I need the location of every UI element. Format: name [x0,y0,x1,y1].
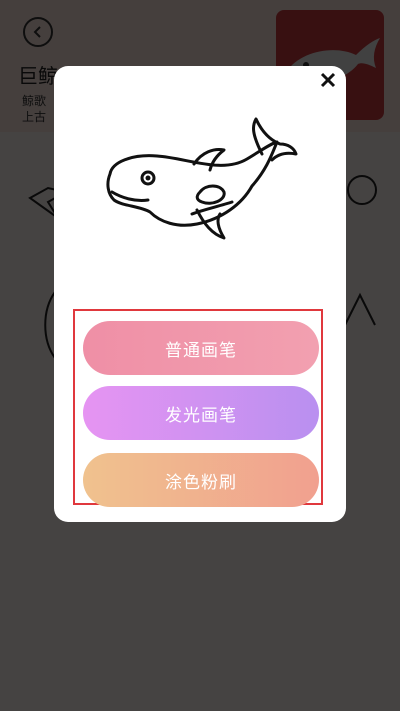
glow-brush-button[interactable]: 发光画笔 [83,386,319,440]
paint-fill-button[interactable]: 涂色粉刷 [83,453,319,507]
close-icon[interactable] [319,71,337,89]
brush-select-dialog: 普通画笔 发光画笔 涂色粉刷 [54,66,346,522]
brush-options-group: 普通画笔 发光画笔 涂色粉刷 [73,309,323,507]
dolphin-illustration [106,117,298,240]
normal-brush-button[interactable]: 普通画笔 [83,321,319,375]
